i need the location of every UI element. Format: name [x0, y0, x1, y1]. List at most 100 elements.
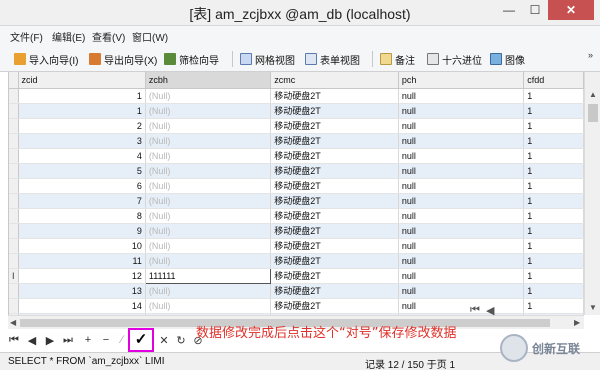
cell-zcbh[interactable]: (Null) [145, 208, 272, 224]
menu-window[interactable]: 窗口(W) [132, 29, 168, 44]
minimize-button[interactable]: — [496, 0, 522, 20]
edit-record-icon[interactable]: ∕ [116, 334, 128, 346]
cell-zcbh[interactable]: (Null) [145, 283, 272, 299]
import-wizard-button[interactable]: 导入向导(I) [14, 51, 78, 67]
table-row[interactable]: 2 (Null) 移动硬盘2T null 1 [9, 118, 584, 134]
status-first-icon[interactable]: ⏮ [470, 304, 480, 317]
cell-zcbh[interactable]: (Null) [145, 118, 272, 134]
table-row[interactable]: 1 (Null) 移动硬盘2T null 1 [9, 103, 584, 119]
table-row[interactable]: 4 (Null) 移动硬盘2T null 1 [9, 148, 584, 164]
cell-zcbh[interactable]: (Null) [145, 238, 272, 254]
cell-pch[interactable]: null [398, 178, 525, 194]
cell-cfdd[interactable]: 1 [523, 193, 584, 209]
toolbar-overflow-icon[interactable]: » [588, 50, 593, 60]
cancel-changes-icon[interactable]: ✕ [158, 334, 170, 347]
cell-zcmc[interactable]: 移动硬盘2T [270, 223, 399, 239]
next-record-icon[interactable]: ▶ [44, 334, 56, 347]
cell-zcbh[interactable]: (Null) [145, 103, 272, 119]
cell-zcmc[interactable]: 移动硬盘2T [270, 253, 399, 269]
cell-zcbh[interactable]: (Null) [145, 193, 272, 209]
maximize-button[interactable]: ☐ [522, 0, 548, 20]
cell-cfdd[interactable]: 1 [523, 298, 584, 314]
row-indicator[interactable] [9, 298, 19, 314]
cell-cfdd[interactable]: 1 [523, 88, 584, 104]
cell-zcid[interactable]: 1 [18, 103, 146, 119]
cell-zcid[interactable]: 11 [18, 253, 146, 269]
scroll-up-icon[interactable]: ▲ [585, 88, 600, 102]
cell-pch[interactable]: null [398, 253, 525, 269]
column-header-cfdd[interactable]: cfdd [523, 72, 584, 89]
cell-zcmc[interactable]: 移动硬盘2T [270, 133, 399, 149]
cell-zcmc[interactable]: 移动硬盘2T [270, 283, 399, 299]
row-indicator[interactable] [9, 148, 19, 164]
table-row[interactable]: 7 (Null) 移动硬盘2T null 1 [9, 193, 584, 209]
cell-zcid[interactable]: 7 [18, 193, 146, 209]
status-prev-icon[interactable]: ◀ [486, 304, 494, 317]
cell-cfdd[interactable]: 1 [523, 148, 584, 164]
row-indicator[interactable] [9, 118, 19, 134]
table-row[interactable]: 3 (Null) 移动硬盘2T null 1 [9, 133, 584, 149]
cell-zcid[interactable]: 1 [18, 88, 146, 104]
cell-zcmc[interactable]: 移动硬盘2T [270, 193, 399, 209]
cell-zcmc[interactable]: 移动硬盘2T [270, 118, 399, 134]
cell-cfdd[interactable]: 1 [523, 103, 584, 119]
cell-pch[interactable]: null [398, 163, 525, 179]
cell-zcid[interactable]: 4 [18, 148, 146, 164]
cell-pch[interactable]: null [398, 103, 525, 119]
cell-zcbh[interactable]: (Null) [145, 223, 272, 239]
add-record-icon[interactable]: + [82, 334, 94, 346]
cell-cfdd[interactable]: 1 [523, 238, 584, 254]
row-indicator[interactable] [9, 103, 19, 119]
hex-button[interactable]: 十六进位 [427, 51, 482, 67]
row-indicator[interactable] [9, 238, 19, 254]
cell-zcmc[interactable]: 移动硬盘2T [270, 178, 399, 194]
scroll-right-icon[interactable]: ▶ [574, 316, 580, 330]
menu-file[interactable]: 文件(F) [10, 29, 43, 44]
cell-zcid[interactable]: 5 [18, 163, 146, 179]
delete-record-icon[interactable]: − [100, 334, 112, 346]
row-indicator[interactable] [9, 133, 19, 149]
table-row[interactable]: 8 (Null) 移动硬盘2T null 1 [9, 208, 584, 224]
cell-pch[interactable]: null [398, 268, 525, 284]
memo-button[interactable]: 备注 [380, 51, 415, 67]
cell-zcid[interactable]: 3 [18, 133, 146, 149]
row-indicator[interactable]: I [9, 268, 19, 284]
cell-cfdd[interactable]: 1 [523, 163, 584, 179]
grid-view-button[interactable]: 网格视图 [240, 51, 295, 67]
scroll-down-icon[interactable]: ▼ [585, 301, 600, 315]
cell-zcmc[interactable]: 移动硬盘2T [270, 148, 399, 164]
cell-cfdd[interactable]: 1 [523, 118, 584, 134]
table-row[interactable]: 6 (Null) 移动硬盘2T null 1 [9, 178, 584, 194]
cell-zcmc[interactable]: 移动硬盘2T [270, 163, 399, 179]
table-row[interactable]: 1 (Null) 移动硬盘2T null 1 [9, 88, 584, 104]
cell-pch[interactable]: null [398, 88, 525, 104]
cell-zcmc[interactable]: 移动硬盘2T [270, 88, 399, 104]
cell-zcbh[interactable]: 111111 [144, 267, 272, 284]
vertical-scrollbar[interactable]: ▲ ▼ [584, 72, 600, 315]
cell-pch[interactable]: null [398, 208, 525, 224]
cell-pch[interactable]: null [398, 133, 525, 149]
table-row[interactable]: I 12 111111 移动硬盘2T null 1 [9, 267, 584, 284]
cell-zcid[interactable]: 13 [18, 283, 146, 299]
cell-zcmc[interactable]: 移动硬盘2T [270, 268, 399, 284]
cell-zcbh[interactable]: (Null) [145, 133, 272, 149]
cell-zcbh[interactable]: (Null) [145, 298, 272, 314]
cell-zcbh[interactable]: (Null) [145, 163, 272, 179]
image-button[interactable]: 图像 [490, 51, 525, 67]
save-changes-button[interactable]: ✓ [128, 328, 154, 352]
cell-pch[interactable]: null [398, 223, 525, 239]
cell-cfdd[interactable]: 1 [523, 133, 584, 149]
table-row[interactable]: 14 (Null) 移动硬盘2T null 1 [9, 298, 584, 314]
column-header-zcmc[interactable]: zcmc [270, 72, 399, 89]
cell-zcbh[interactable]: (Null) [145, 148, 272, 164]
cell-zcid[interactable]: 8 [18, 208, 146, 224]
cell-zcid[interactable]: 14 [18, 298, 146, 314]
last-record-icon[interactable]: ⏭ [62, 334, 74, 347]
cell-zcbh[interactable]: (Null) [145, 178, 272, 194]
cell-zcmc[interactable]: 移动硬盘2T [270, 238, 399, 254]
cell-zcmc[interactable]: 移动硬盘2T [270, 103, 399, 119]
cell-zcid[interactable]: 6 [18, 178, 146, 194]
cell-zcbh[interactable]: (Null) [145, 88, 272, 104]
scroll-left-icon[interactable]: ◀ [10, 316, 16, 330]
table-row[interactable]: 9 (Null) 移动硬盘2T null 1 [9, 223, 584, 239]
